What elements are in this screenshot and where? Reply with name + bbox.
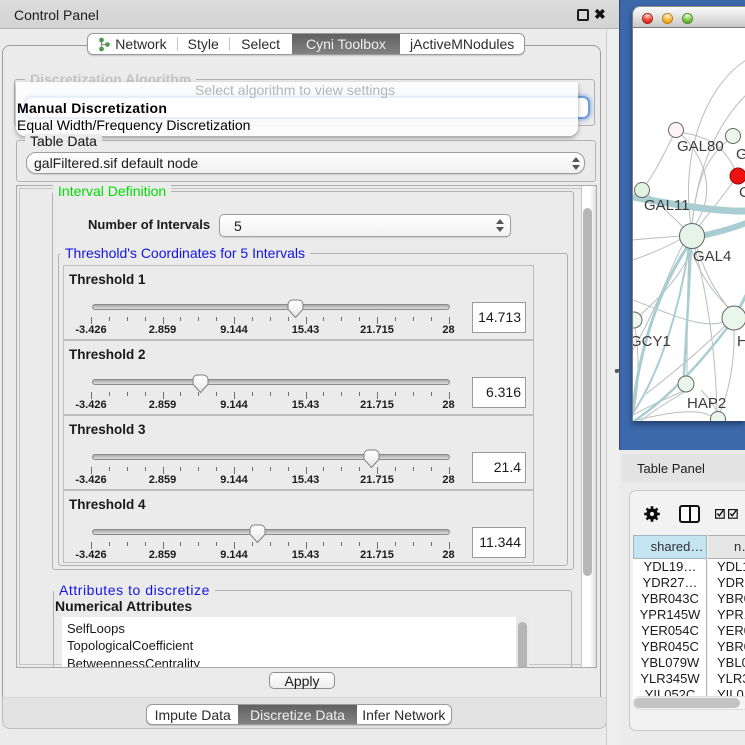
svg-text:GAL11: GAL11 xyxy=(644,197,690,214)
svg-text:H: H xyxy=(737,333,745,350)
svg-text:G: G xyxy=(736,146,745,163)
svg-text:GAL4: GAL4 xyxy=(693,248,731,265)
svg-text:HAP2: HAP2 xyxy=(687,395,726,412)
svg-text:GCY1: GCY1 xyxy=(633,333,671,350)
svg-text:C: C xyxy=(739,184,745,201)
svg-text:GAL80: GAL80 xyxy=(677,138,724,155)
